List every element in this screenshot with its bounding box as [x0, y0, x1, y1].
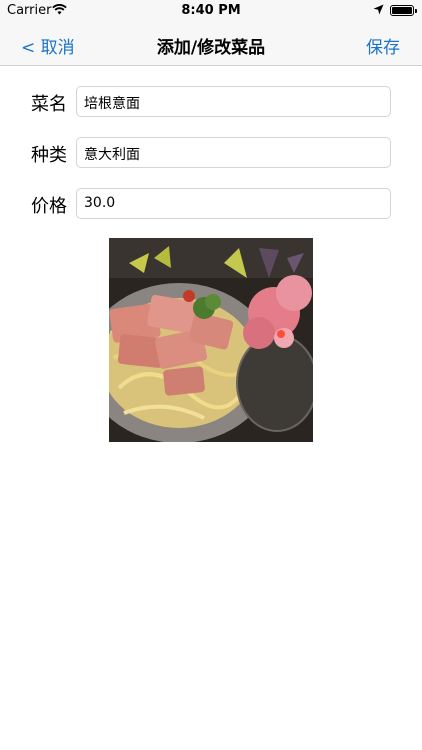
battery-icon	[390, 5, 417, 16]
price-row: 价格 30.0	[0, 188, 422, 220]
save-button[interactable]: 保存	[366, 33, 400, 58]
status-time: 8:40 PM	[181, 3, 241, 18]
battery-fill	[392, 7, 412, 14]
location-arrow-icon	[373, 4, 384, 19]
category-field[interactable]: 意大利面	[76, 137, 391, 168]
page-title: 添加/修改菜品	[156, 38, 266, 58]
price-field[interactable]: 30.0	[76, 188, 391, 219]
dish-photo[interactable]	[109, 238, 313, 442]
category-row: 种类 意大利面	[0, 137, 422, 169]
dish-name-row: 菜名 培根意面	[0, 86, 422, 118]
dish-name-field[interactable]: 培根意面	[76, 86, 391, 117]
dish-name-label: 菜名	[31, 94, 67, 115]
price-label: 价格	[31, 196, 67, 217]
status-bar: Carrier 8:40 PM	[0, 0, 422, 22]
battery-nub	[415, 9, 417, 13]
navigation-bar: < 取消 添加/修改菜品 保存	[0, 22, 422, 66]
category-label: 种类	[31, 145, 67, 166]
